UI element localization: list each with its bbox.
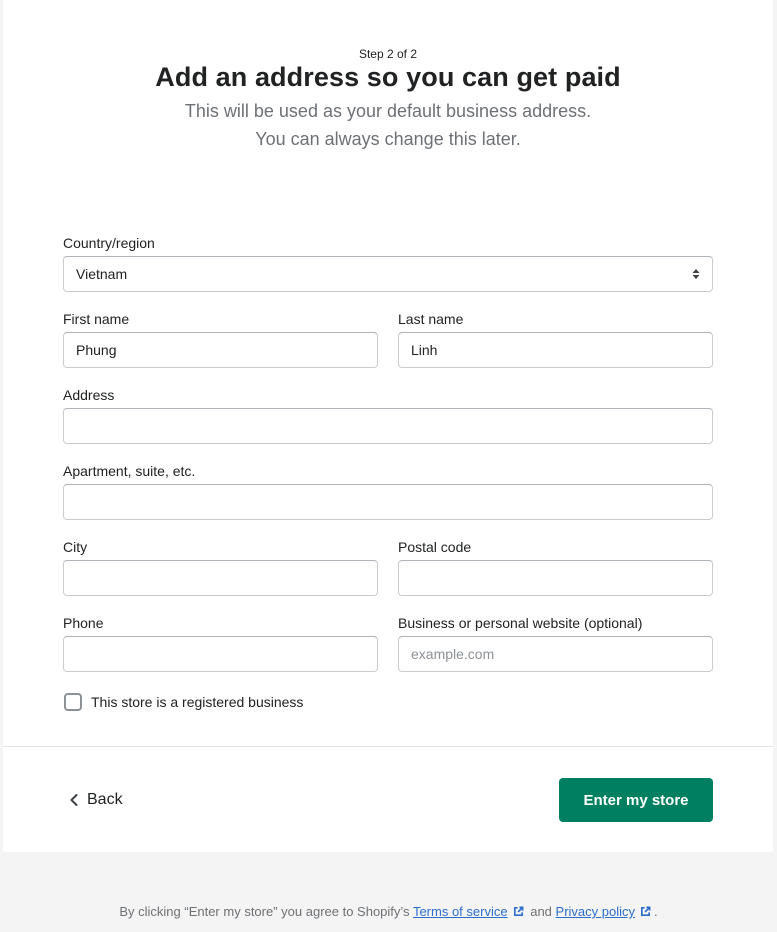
address-input[interactable] <box>63 408 713 444</box>
postal-code-label: Postal code <box>398 539 472 555</box>
website-input[interactable] <box>398 636 713 672</box>
chevron-left-icon <box>70 794 78 806</box>
footer-divider <box>3 746 773 747</box>
address-label: Address <box>63 387 115 403</box>
back-button[interactable]: Back <box>70 788 123 812</box>
select-arrows-icon <box>692 269 700 279</box>
registered-business-label[interactable]: This store is a registered business <box>91 694 303 710</box>
terms-of-service-link[interactable]: Terms of service <box>413 904 508 919</box>
subtitle-line-2: You can always change this later. <box>255 129 521 149</box>
legal-footer: By clicking “Enter my store” you agree t… <box>0 904 777 919</box>
apartment-input[interactable] <box>63 484 713 520</box>
external-link-icon <box>641 906 651 916</box>
registered-business-checkbox[interactable] <box>64 693 82 711</box>
apartment-label: Apartment, suite, etc. <box>63 463 196 479</box>
step-indicator: Step 2 of 2 <box>358 47 418 61</box>
page-subtitle: This will be used as your default busine… <box>3 97 773 153</box>
subtitle-line-1: This will be used as your default busine… <box>184 101 592 121</box>
legal-suffix: . <box>654 904 658 919</box>
last-name-input[interactable] <box>398 332 713 368</box>
external-link-icon <box>513 906 524 916</box>
phone-input[interactable] <box>63 636 378 672</box>
enter-my-store-button[interactable]: Enter my store <box>559 778 713 822</box>
phone-label: Phone <box>63 615 104 631</box>
first-name-label: First name <box>63 311 130 327</box>
legal-prefix: By clicking “Enter my store” you agree t… <box>119 904 410 919</box>
first-name-input[interactable] <box>63 332 378 368</box>
legal-and: and <box>530 904 552 919</box>
country-label: Country/region <box>63 235 155 251</box>
back-label: Back <box>87 791 123 808</box>
website-label: Business or personal website (optional) <box>398 615 643 631</box>
country-select[interactable]: Vietnam <box>63 256 713 292</box>
city-label: City <box>63 539 88 555</box>
postal-code-input[interactable] <box>398 560 713 596</box>
page-title: Add an address so you can get paid <box>155 62 621 92</box>
privacy-policy-link[interactable]: Privacy policy <box>556 904 635 919</box>
city-input[interactable] <box>63 560 378 596</box>
address-form-card: Step 2 of 2 Add an address so you can ge… <box>3 0 773 852</box>
last-name-label: Last name <box>398 311 464 327</box>
country-select-value: Vietnam <box>76 266 128 282</box>
